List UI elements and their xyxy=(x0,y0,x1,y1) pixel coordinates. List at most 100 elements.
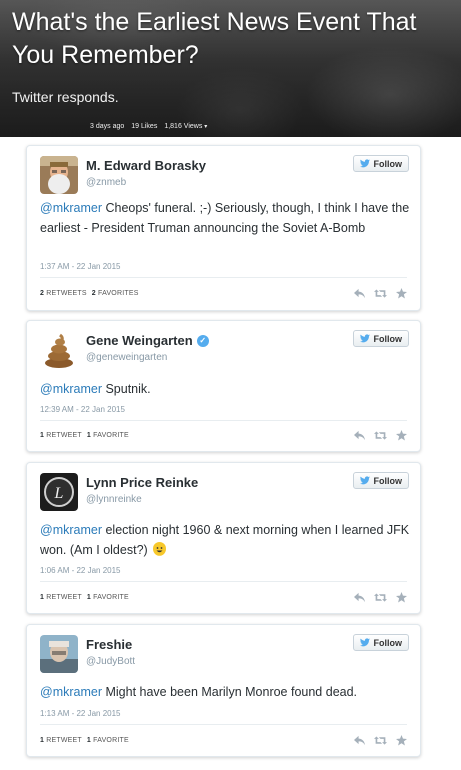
divider xyxy=(40,420,407,421)
avatar[interactable] xyxy=(40,156,78,194)
reply-icon[interactable] xyxy=(353,735,366,746)
tweet-timestamp[interactable]: 12:39 AM - 22 Jan 2015 xyxy=(40,405,125,414)
favorite-number: 1 xyxy=(86,432,91,439)
tweet-actions xyxy=(353,430,408,441)
retweet-icon[interactable] xyxy=(374,592,387,603)
twitter-bird-icon xyxy=(359,638,370,647)
follow-button[interactable]: Follow xyxy=(352,472,409,489)
follow-label: Follow xyxy=(373,158,403,169)
follow-label: Follow xyxy=(373,333,403,344)
favorite-star-icon[interactable] xyxy=(395,288,408,299)
favorite-label: FAVORITE xyxy=(93,737,129,744)
tweet-timestamp[interactable]: 1:37 AM - 22 Jan 2015 xyxy=(40,262,121,271)
reply-icon[interactable] xyxy=(353,430,366,441)
tweet-timestamp[interactable]: 1:06 AM - 22 Jan 2015 xyxy=(40,566,121,575)
author-name-text: Gene Weingarten xyxy=(86,333,193,348)
verified-badge-icon: ✓ xyxy=(196,334,209,347)
favorite-star-icon[interactable] xyxy=(395,735,408,746)
tweet-card: M. Edward Borasky @znmeb Follow @mkramer… xyxy=(26,145,421,311)
retweet-label: RETWEETS xyxy=(46,290,87,297)
favorite-count[interactable]: 2 FAVORITES xyxy=(92,290,139,297)
follow-button[interactable]: Follow xyxy=(352,330,409,347)
page-subtitle: Twitter responds. xyxy=(12,89,119,105)
favorite-star-icon[interactable] xyxy=(395,430,408,441)
avatar[interactable] xyxy=(40,331,78,369)
favorite-star-icon[interactable] xyxy=(395,592,408,603)
mention-link[interactable]: @mkramer xyxy=(40,523,102,537)
article-header: What's the Earliest News Event That You … xyxy=(0,0,461,137)
tweet-card: Gene Weingarten ✓ @geneweingarten Follow… xyxy=(26,320,421,452)
retweet-label: RETWEET xyxy=(46,737,82,744)
tweet-card: Freshie @JudyBott Follow @mkramer Might … xyxy=(26,624,421,757)
mention-link[interactable]: @mkramer xyxy=(40,201,102,215)
tweet-body: Might have been Marilyn Monroe found dea… xyxy=(102,685,358,699)
author-handle[interactable]: @znmeb xyxy=(86,177,126,188)
likes-count[interactable]: 19 Likes xyxy=(131,123,157,130)
follow-label: Follow xyxy=(373,475,403,486)
favorite-number: 1 xyxy=(86,737,91,744)
follow-button[interactable]: Follow xyxy=(352,634,409,651)
twitter-bird-icon xyxy=(359,476,370,485)
retweet-number: 1 xyxy=(40,594,45,601)
retweet-icon[interactable] xyxy=(374,288,387,299)
retweet-number: 1 xyxy=(40,737,45,744)
views-label: 1,816 Views xyxy=(164,123,203,130)
avatar-typewriter-key-icon: L xyxy=(40,473,78,511)
author-name[interactable]: Gene Weingarten ✓ xyxy=(86,333,209,348)
author-name[interactable]: Lynn Price Reinke xyxy=(86,475,198,490)
author-name[interactable]: M. Edward Borasky xyxy=(86,158,206,173)
author-name-text: M. Edward Borasky xyxy=(86,158,206,173)
chevron-down-icon: ▾ xyxy=(204,124,208,130)
tweet-stats: 1 RETWEET 1 FAVORITE xyxy=(40,594,129,601)
tweet-card: L Lynn Price Reinke @lynnreinke Follow @… xyxy=(26,462,421,614)
tweet-text: @mkramer election night 1960 & next morn… xyxy=(40,520,410,560)
follow-button[interactable]: Follow xyxy=(352,155,409,172)
twitter-bird-icon xyxy=(359,334,370,343)
svg-text:L: L xyxy=(54,485,64,502)
avatar-person-icon xyxy=(40,635,78,673)
author-handle[interactable]: @geneweingarten xyxy=(86,352,167,363)
favorite-label: FAVORITES xyxy=(98,290,139,297)
retweet-icon[interactable] xyxy=(374,735,387,746)
retweet-count[interactable]: 1 RETWEET xyxy=(40,737,82,744)
favorite-number: 2 xyxy=(91,290,96,297)
mention-link[interactable]: @mkramer xyxy=(40,685,102,699)
tweet-timestamp[interactable]: 1:13 AM - 22 Jan 2015 xyxy=(40,709,121,718)
tweet-stats: 1 RETWEET 1 FAVORITE xyxy=(40,737,129,744)
retweet-count[interactable]: 2 RETWEETS xyxy=(40,290,87,297)
reply-icon[interactable] xyxy=(353,288,366,299)
retweet-label: RETWEET xyxy=(46,594,82,601)
favorite-label: FAVORITE xyxy=(93,432,129,439)
author-name-text: Freshie xyxy=(86,637,133,652)
retweet-icon[interactable] xyxy=(374,430,387,441)
divider xyxy=(40,581,407,582)
author-handle[interactable]: @lynnreinke xyxy=(86,494,142,505)
author-handle[interactable]: @JudyBott xyxy=(86,656,135,667)
avatar[interactable]: L xyxy=(40,473,78,511)
author-name[interactable]: Freshie xyxy=(86,637,132,652)
page-title: What's the Earliest News Event That You … xyxy=(12,8,417,69)
tweet-actions xyxy=(353,735,408,746)
retweet-label: RETWEET xyxy=(46,432,82,439)
favorite-count[interactable]: 1 FAVORITE xyxy=(87,432,129,439)
retweet-number: 1 xyxy=(40,432,45,439)
retweet-count[interactable]: 1 RETWEET xyxy=(40,594,82,601)
favorite-count[interactable]: 1 FAVORITE xyxy=(87,737,129,744)
favorite-count[interactable]: 1 FAVORITE xyxy=(87,594,129,601)
views-count[interactable]: 1,816 Views ▾ xyxy=(164,123,207,130)
tweet-actions xyxy=(353,592,408,603)
favorite-number: 1 xyxy=(86,594,91,601)
retweet-number: 2 xyxy=(40,290,45,297)
mention-link[interactable]: @mkramer xyxy=(40,382,102,396)
twitter-bird-icon xyxy=(359,159,370,168)
tweet-stats: 1 RETWEET 1 FAVORITE xyxy=(40,432,129,439)
retweet-count[interactable]: 1 RETWEET xyxy=(40,432,82,439)
tweet-stats: 2 RETWEETS 2 FAVORITES xyxy=(40,290,139,297)
reply-icon[interactable] xyxy=(353,592,366,603)
avatar-poop-icon xyxy=(40,331,78,369)
avatar-bearded-man-icon xyxy=(40,156,78,194)
follow-label: Follow xyxy=(373,637,403,648)
divider xyxy=(40,724,407,725)
avatar[interactable] xyxy=(40,635,78,673)
tweet-text: @mkramer Might have been Marilyn Monroe … xyxy=(40,682,410,702)
